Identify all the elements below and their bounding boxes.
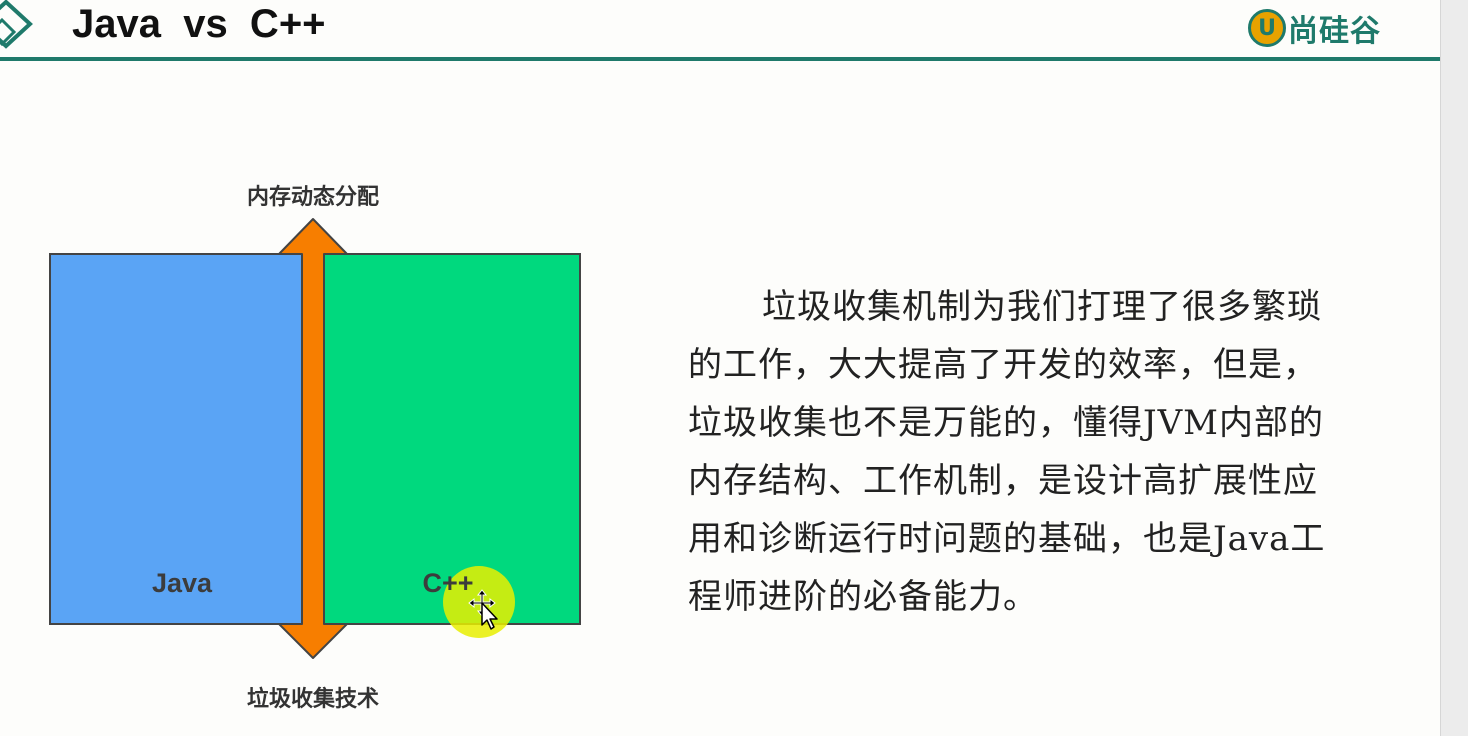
bottom-label: 垃圾收集技术 [247, 686, 379, 712]
java-cpp-diagram: 内存动态分配 垃圾收集技术 Java C++ [49, 184, 581, 712]
java-label: Java [152, 568, 213, 598]
logo-icon: U [1248, 9, 1286, 47]
brand-logo: U 尚硅谷 [1248, 6, 1381, 50]
window-edge [1440, 0, 1468, 736]
top-label: 内存动态分配 [247, 184, 379, 210]
slide: Java vs C++ U 尚硅谷 内存动态分配 垃圾收集技术 Java C++… [0, 0, 1440, 736]
logo-text: 尚硅谷 [1288, 14, 1381, 49]
body-paragraph: 垃圾收集机制为我们打理了很多繁琐的工作，大大提高了开发的效率，但是，垃圾收集也不… [688, 287, 1326, 617]
cpp-label: C++ [422, 568, 473, 598]
